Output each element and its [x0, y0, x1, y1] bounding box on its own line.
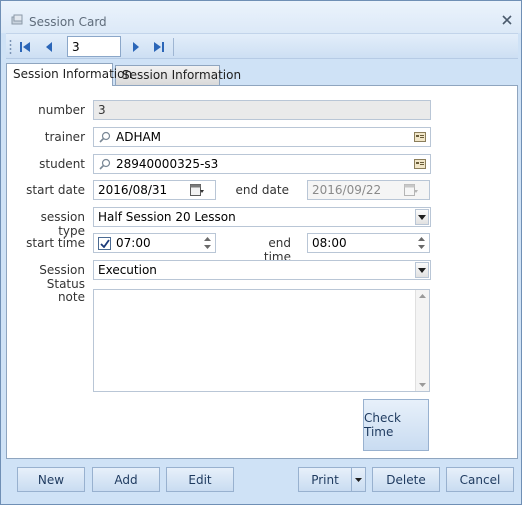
end-time-spinner[interactable]	[414, 235, 428, 251]
session-type-value: Half Session 20 Lesson	[98, 210, 236, 224]
app-icon	[11, 14, 23, 25]
trainer-value: ADHAM	[116, 130, 162, 144]
session-card-window: Session Card 3 Session Information Sessi…	[0, 0, 522, 505]
student-label: student	[39, 157, 85, 171]
session-status-dropdown-button[interactable]	[415, 262, 429, 278]
search-icon	[99, 158, 111, 170]
window-title: Session Card	[29, 15, 107, 29]
note-label: note	[57, 290, 85, 304]
session-status-label: Session Status	[39, 263, 85, 291]
print-dropdown-button[interactable]	[351, 467, 366, 492]
start-time-checkbox[interactable]	[98, 237, 111, 250]
start-time-value: 07:00	[116, 236, 151, 250]
scroll-up-icon[interactable]	[419, 294, 426, 298]
last-record-button[interactable]	[150, 38, 168, 56]
first-record-button[interactable]	[16, 38, 34, 56]
end-date-field[interactable]: 2016/09/22	[307, 180, 430, 200]
trainer-label: trainer	[44, 130, 85, 144]
prev-record-button[interactable]	[40, 38, 58, 56]
next-record-button[interactable]	[127, 38, 145, 56]
spin-down-icon[interactable]	[200, 243, 214, 251]
scroll-down-icon[interactable]	[419, 383, 426, 387]
session-type-select[interactable]: Half Session 20 Lesson	[93, 207, 431, 227]
last-record-icon	[154, 42, 164, 52]
chevron-down-icon	[418, 267, 426, 273]
note-textarea[interactable]	[93, 289, 430, 392]
cancel-button[interactable]: Cancel	[446, 467, 514, 492]
first-record-icon	[20, 42, 30, 52]
number-label: number	[38, 103, 85, 117]
trainer-field[interactable]: ADHAM	[93, 127, 431, 147]
delete-button[interactable]: Delete	[372, 467, 440, 492]
session-status-value: Execution	[98, 263, 157, 277]
footer-toolbar: New Add Edit Print Delete Cancel	[6, 461, 518, 501]
close-icon[interactable]	[500, 13, 514, 27]
prev-record-icon	[46, 42, 52, 52]
end-time-value: 08:00	[312, 236, 347, 250]
checkmark-icon	[99, 239, 110, 248]
start-time-label: start time	[26, 236, 85, 250]
new-button[interactable]: New	[17, 467, 85, 492]
student-field[interactable]: 28940000325-s3	[93, 154, 431, 174]
start-date-value: 2016/08/31	[98, 183, 168, 197]
chevron-down-icon	[418, 214, 426, 220]
number-field: 3	[93, 100, 431, 120]
lookup-picker-icon[interactable]	[414, 132, 426, 142]
edit-button[interactable]: Edit	[166, 467, 234, 492]
spin-up-icon[interactable]	[200, 235, 214, 243]
end-time-field[interactable]: 08:00	[307, 233, 430, 253]
next-record-icon	[133, 42, 139, 52]
lookup-picker-icon[interactable]	[414, 159, 426, 169]
title-bar: Session Card	[1, 1, 521, 33]
toolbar-separator	[173, 38, 174, 56]
session-form-panel: number 3 trainer ADHAM student 289400003…	[6, 85, 518, 459]
spin-up-icon[interactable]	[414, 235, 428, 243]
print-button[interactable]: Print	[298, 467, 352, 492]
end-date-value: 2016/09/22	[312, 183, 382, 197]
record-navigator	[6, 33, 518, 59]
record-number-input[interactable]	[67, 36, 121, 57]
check-time-button[interactable]: Check Time	[363, 399, 429, 451]
end-date-label: end date	[235, 183, 289, 197]
start-date-label: start date	[26, 183, 85, 197]
search-icon	[99, 131, 111, 143]
tab-session-information-1[interactable]: Session Information	[6, 63, 132, 86]
session-type-label: session type	[40, 210, 85, 238]
chevron-down-icon	[355, 477, 362, 482]
session-type-dropdown-button[interactable]	[415, 209, 429, 225]
calendar-icon	[404, 184, 418, 196]
start-time-spinner[interactable]	[200, 235, 214, 251]
start-time-field[interactable]: 07:00	[93, 233, 216, 253]
session-status-select[interactable]: Execution	[93, 260, 431, 280]
note-scrollbar[interactable]	[415, 290, 429, 391]
toolbar-grip[interactable]	[9, 39, 12, 55]
start-date-field[interactable]: 2016/08/31	[93, 180, 216, 200]
spin-down-icon[interactable]	[414, 243, 428, 251]
add-button[interactable]: Add	[92, 467, 160, 492]
student-value: 28940000325-s3	[116, 157, 219, 171]
calendar-icon[interactable]	[190, 184, 204, 197]
